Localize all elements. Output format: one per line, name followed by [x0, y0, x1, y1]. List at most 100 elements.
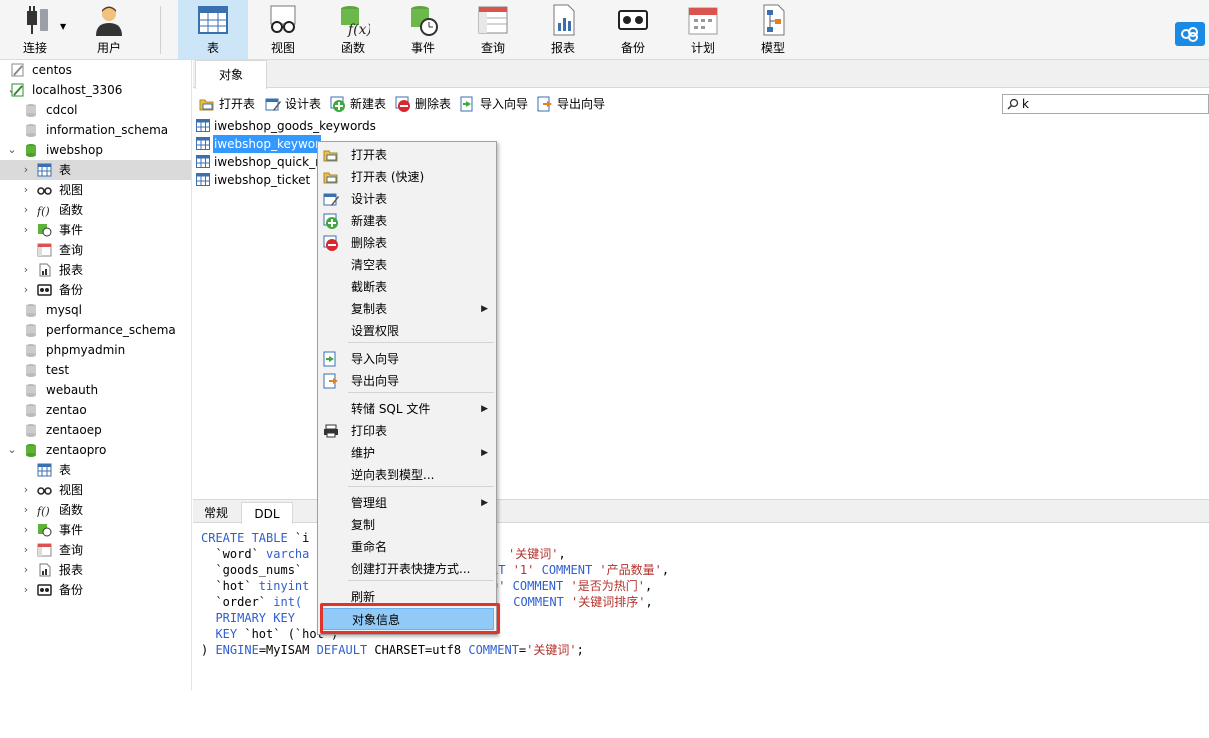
- nav-item[interactable]: › 事件: [0, 520, 191, 540]
- nav-item[interactable]: › 表: [0, 160, 191, 180]
- tab-general[interactable]: 常规: [197, 502, 235, 524]
- ddl-line: `goods_nums`: [201, 562, 302, 578]
- expand-arrow-icon[interactable]: ›: [20, 220, 32, 240]
- nav-item[interactable]: performance_schema: [0, 320, 191, 340]
- nav-item[interactable]: › f() 函数: [0, 500, 191, 520]
- menu-copy[interactable]: 复制: [320, 514, 494, 536]
- expand-arrow-icon[interactable]: ›: [20, 580, 32, 600]
- menu-import-wizard[interactable]: 导入向导: [320, 348, 494, 370]
- nav-item[interactable]: › 查询: [0, 540, 191, 560]
- nav-item[interactable]: › f() 函数: [0, 200, 191, 220]
- tab-ddl[interactable]: DDL: [241, 502, 293, 524]
- query-button[interactable]: 查询: [458, 0, 528, 59]
- menu-rename[interactable]: 重命名: [320, 536, 494, 558]
- nav-item[interactable]: ⌄ iwebshop: [0, 140, 191, 160]
- menu-object-info[interactable]: 对象信息: [320, 608, 494, 630]
- nav-item[interactable]: › 备份: [0, 280, 191, 300]
- query-icon: [478, 6, 508, 34]
- nav-item[interactable]: › 视图: [0, 180, 191, 200]
- menu-item-label: 逆向表到模型...: [351, 468, 435, 482]
- cloud-sync-button[interactable]: [1175, 22, 1205, 46]
- nav-item[interactable]: zentao: [0, 400, 191, 420]
- menu-item-label: 复制表: [351, 302, 388, 316]
- open-table-icon: [323, 150, 338, 162]
- menu-copy-table[interactable]: 复制表 ▶: [320, 298, 494, 320]
- menu-export-wizard[interactable]: 导出向导: [320, 370, 494, 392]
- search-input[interactable]: [1022, 96, 1202, 112]
- open-table-icon: [199, 99, 214, 111]
- nav-item[interactable]: zentaoep: [0, 420, 191, 440]
- nav-item[interactable]: webauth: [0, 380, 191, 400]
- expand-arrow-icon[interactable]: ›: [20, 540, 32, 560]
- menu-set-permissions[interactable]: 设置权限: [320, 320, 494, 342]
- nav-item[interactable]: 查询: [0, 240, 191, 260]
- svg-text:f(x): f(x): [347, 22, 370, 37]
- tab-objects[interactable]: 对象: [195, 60, 267, 89]
- expand-arrow-icon[interactable]: ›: [20, 560, 32, 580]
- expand-arrow-icon[interactable]: ›: [20, 500, 32, 520]
- nav-item[interactable]: cdcol: [0, 100, 191, 120]
- expand-arrow-icon[interactable]: ›: [20, 280, 32, 300]
- expand-arrow-icon[interactable]: ›: [20, 260, 32, 280]
- ddl-line: CREATE TABLE `i: [201, 530, 309, 546]
- menu-delete-table[interactable]: 删除表: [320, 232, 494, 254]
- collapse-arrow-icon[interactable]: ⌄: [6, 140, 18, 160]
- connect-button[interactable]: ▼ 连接: [0, 0, 70, 59]
- table-button[interactable]: 表: [178, 0, 248, 59]
- menu-separator: [348, 580, 494, 581]
- menu-new-table[interactable]: 新建表: [320, 210, 494, 232]
- menu-design-table[interactable]: 设计表: [320, 188, 494, 210]
- nav-item[interactable]: centos: [0, 60, 191, 80]
- menu-print-table[interactable]: 打印表: [320, 420, 494, 442]
- menu-truncate-table[interactable]: 截断表: [320, 276, 494, 298]
- nav-item[interactable]: information_schema: [0, 120, 191, 140]
- expand-arrow-icon[interactable]: ›: [20, 520, 32, 540]
- view-button[interactable]: 视图: [248, 0, 318, 59]
- menu-open-table-fast[interactable]: 打开表 (快速): [320, 166, 494, 188]
- menu-open-table[interactable]: 打开表: [320, 144, 494, 166]
- menu-refresh[interactable]: 刷新: [320, 586, 494, 608]
- database-icon: [26, 124, 36, 137]
- menu-manage-group[interactable]: 管理组 ▶: [320, 492, 494, 514]
- nav-item[interactable]: › 视图: [0, 480, 191, 500]
- chevron-down-icon[interactable]: ▼: [60, 22, 66, 31]
- function-button[interactable]: f(x) 函数: [318, 0, 388, 59]
- event-button[interactable]: 事件: [388, 0, 458, 59]
- user-icon: [96, 6, 122, 36]
- object-search-box[interactable]: [1002, 94, 1209, 114]
- table-icon: [37, 163, 52, 177]
- nav-item[interactable]: › 报表: [0, 560, 191, 580]
- menu-item-label: 设计表: [351, 192, 388, 206]
- nav-item[interactable]: ⌄localhost_3306: [0, 80, 191, 100]
- nav-item-label: iwebshop: [46, 143, 103, 157]
- backup-button[interactable]: 备份: [598, 0, 668, 59]
- nav-item[interactable]: phpmyadmin: [0, 340, 191, 360]
- menu-dump-sql[interactable]: 转储 SQL 文件 ▶: [320, 398, 494, 420]
- report-button[interactable]: 报表: [528, 0, 598, 59]
- expand-arrow-icon[interactable]: ›: [20, 480, 32, 500]
- menu-reverse-to-model[interactable]: 逆向表到模型...: [320, 464, 494, 486]
- menu-maintain[interactable]: 维护 ▶: [320, 442, 494, 464]
- user-button[interactable]: 用户: [74, 0, 144, 59]
- sql-string: '关键词': [508, 547, 559, 561]
- menu-item-label: 打印表: [351, 424, 388, 438]
- nav-item-label: 备份: [59, 283, 84, 297]
- schedule-button[interactable]: 计划: [668, 0, 738, 59]
- menu-create-shortcut[interactable]: 创建打开表快捷方式...: [320, 558, 494, 580]
- expand-arrow-icon[interactable]: ›: [20, 160, 32, 180]
- nav-item[interactable]: › 备份: [0, 580, 191, 600]
- connection-tree: centos⌄localhost_3306cdcolinformation_sc…: [0, 60, 192, 690]
- nav-item[interactable]: › 事件: [0, 220, 191, 240]
- nav-item[interactable]: › 报表: [0, 260, 191, 280]
- nav-item[interactable]: 表: [0, 460, 191, 480]
- menu-empty-table[interactable]: 清空表: [320, 254, 494, 276]
- expand-arrow-icon[interactable]: ›: [20, 180, 32, 200]
- nav-item[interactable]: ⌄ zentaopro: [0, 440, 191, 460]
- nav-item[interactable]: mysql: [0, 300, 191, 320]
- collapse-arrow-icon[interactable]: ⌄: [6, 440, 18, 460]
- sql-text: ,: [644, 579, 653, 593]
- nav-item[interactable]: test: [0, 360, 191, 380]
- expand-arrow-icon[interactable]: ›: [20, 200, 32, 220]
- menu-item-label: 导入向导: [351, 352, 400, 366]
- model-button[interactable]: 模型: [738, 0, 808, 59]
